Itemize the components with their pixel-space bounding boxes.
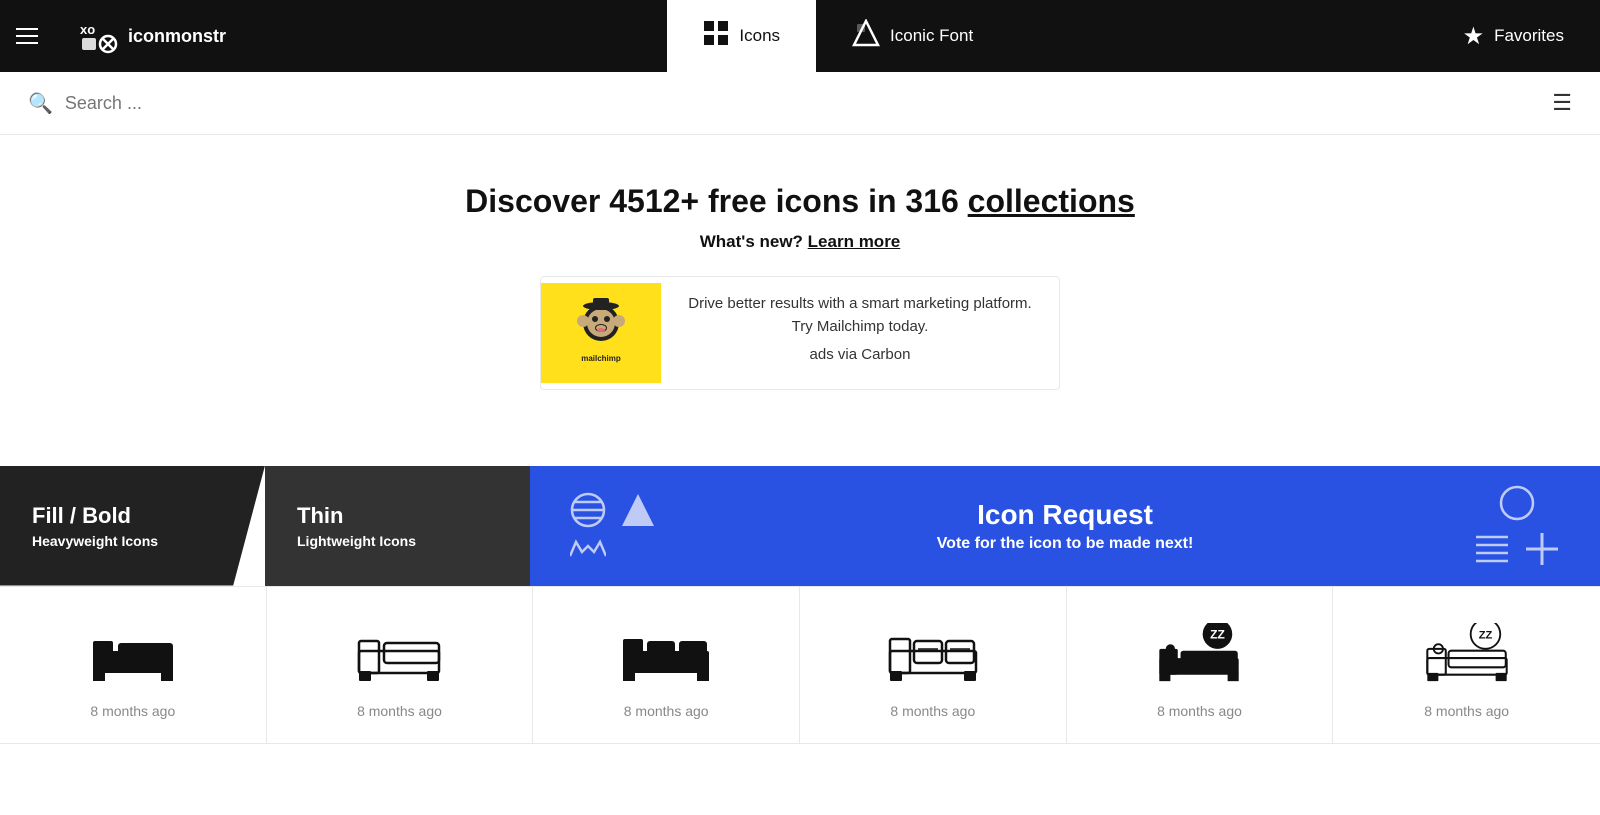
mailchimp-logo-svg: mailchimp <box>561 293 641 373</box>
wave-icon <box>570 538 606 560</box>
hero-headline-prefix: Discover 4512+ free icons in 316 <box>465 183 968 219</box>
main-nav: Icons Iconic Font <box>250 0 1427 72</box>
nav-item-iconic-font[interactable]: Iconic Font <box>816 0 1009 72</box>
hero-subtitle: What's new? Learn more <box>20 232 1580 252</box>
logo[interactable]: xo iconmonstr <box>54 0 250 72</box>
favorites-label: Favorites <box>1494 26 1564 46</box>
logo-text: iconmonstr <box>128 26 226 47</box>
cat-thin-title: Thin <box>297 503 498 529</box>
icon-cell-bed-6[interactable]: ZZ 8 months ago <box>1333 587 1600 744</box>
icon-grid: 8 months ago 8 months ago 8 months ago <box>0 586 1600 744</box>
cat-request-left-icons <box>570 492 656 560</box>
search-input[interactable] <box>65 93 1540 114</box>
hero-headline: Discover 4512+ free icons in 316 collect… <box>20 183 1580 220</box>
logo-icon: xo <box>78 16 118 56</box>
ad-description: Drive better results with a smart market… <box>681 293 1039 338</box>
ad-via: ads via Carbon <box>681 344 1039 367</box>
cat-request-subtitle: Vote for the icon to be made next! <box>684 535 1446 553</box>
icon-cell-bed-2[interactable]: 8 months ago <box>267 587 534 744</box>
category-icon-request[interactable]: Icon Request Vote for the icon to be mad… <box>530 466 1600 586</box>
svg-text:ZZ: ZZ <box>1211 627 1226 641</box>
bed-icon-3 <box>621 623 711 683</box>
icons-nav-icon <box>703 20 729 52</box>
nav-iconic-font-label: Iconic Font <box>890 26 973 46</box>
category-banner: Fill / Bold Heavyweight Icons Thin Light… <box>0 466 1600 586</box>
icon-cell-bed-4[interactable]: 8 months ago <box>800 587 1067 744</box>
search-icon: 🔍 <box>28 91 53 116</box>
search-bar: 🔍 ☰ <box>0 72 1600 135</box>
hamburger-menu[interactable] <box>0 0 54 72</box>
hero-subtitle-prefix: What's new? <box>700 232 808 251</box>
icon-timestamp-3: 8 months ago <box>624 703 709 719</box>
icon-cell-bed-5[interactable]: ZZ 8 months ago <box>1067 587 1334 744</box>
hero-section: Discover 4512+ free icons in 316 collect… <box>0 135 1600 426</box>
triangle-icon <box>620 492 656 528</box>
cat-fill-subtitle: Heavyweight Icons <box>32 533 233 549</box>
icon-timestamp-6: 8 months ago <box>1424 703 1509 719</box>
star-icon: ★ <box>1463 22 1485 51</box>
svg-text:mailchimp: mailchimp <box>581 354 621 363</box>
icon-timestamp-5: 8 months ago <box>1157 703 1242 719</box>
category-fill-bold[interactable]: Fill / Bold Heavyweight Icons <box>0 466 265 586</box>
learn-more-link[interactable]: Learn more <box>808 232 901 251</box>
bed-icon-4 <box>888 623 978 683</box>
favorites-button[interactable]: ★ Favorites <box>1427 0 1600 72</box>
icon-cell-bed-3[interactable]: 8 months ago <box>533 587 800 744</box>
cat-request-title: Icon Request <box>684 499 1446 531</box>
cat-request-right-icons <box>1474 485 1560 567</box>
cat-thin-subtitle: Lightweight Icons <box>297 533 498 549</box>
icon-timestamp-4: 8 months ago <box>890 703 975 719</box>
circle-outline-icon <box>1499 485 1535 521</box>
plus-icon <box>1524 531 1560 567</box>
ad-box[interactable]: mailchimp Drive better results with a sm… <box>540 276 1060 390</box>
striped-circle-icon <box>570 492 606 528</box>
bed-icon-1 <box>88 623 178 683</box>
nav-icons-label: Icons <box>739 26 780 46</box>
ad-text: Drive better results with a smart market… <box>661 277 1059 389</box>
cat-fill-title: Fill / Bold <box>32 503 233 529</box>
svg-text:xo: xo <box>80 22 95 37</box>
bed-icon-6: ZZ <box>1422 623 1512 683</box>
collections-link[interactable]: collections <box>968 183 1135 219</box>
category-thin[interactable]: Thin Lightweight Icons <box>265 466 530 586</box>
icon-timestamp-1: 8 months ago <box>90 703 175 719</box>
main-header: xo iconmonstr Icons <box>0 0 1600 72</box>
ad-logo: mailchimp <box>541 283 661 383</box>
svg-text:ZZ: ZZ <box>1478 629 1492 641</box>
cat-request-text-block: Icon Request Vote for the icon to be mad… <box>684 499 1446 553</box>
bed-icon-2 <box>354 623 444 683</box>
nav-item-icons[interactable]: Icons <box>667 0 816 72</box>
icon-timestamp-2: 8 months ago <box>357 703 442 719</box>
icon-cell-bed-1[interactable]: 8 months ago <box>0 587 267 744</box>
iconic-font-nav-icon <box>852 19 880 53</box>
bed-icon-5: ZZ <box>1154 623 1244 683</box>
filter-icon[interactable]: ☰ <box>1552 90 1572 116</box>
lines-icon <box>1474 531 1510 567</box>
